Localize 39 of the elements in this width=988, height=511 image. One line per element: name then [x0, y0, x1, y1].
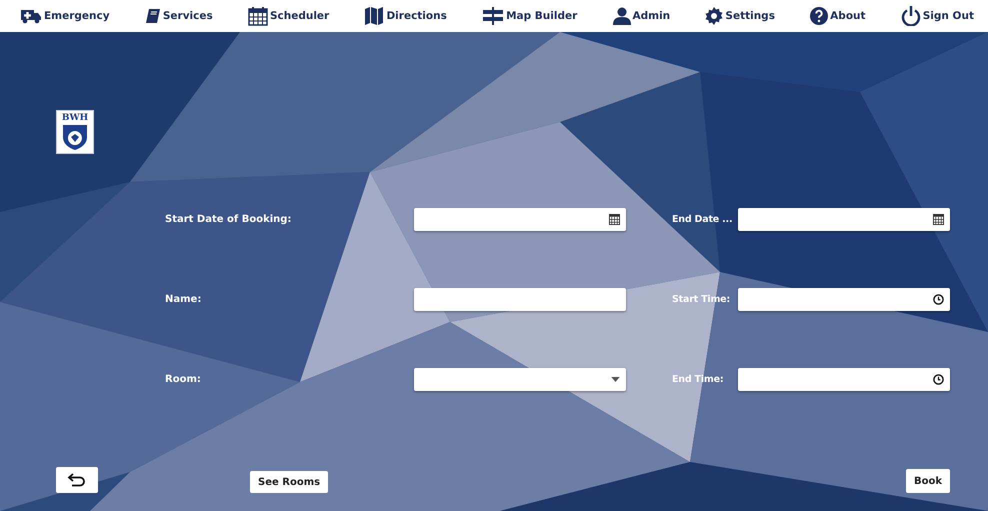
- power-icon: [900, 6, 921, 26]
- time-field[interactable]: [738, 368, 950, 391]
- field-label: Room:: [165, 374, 202, 385]
- book-button[interactable]: Book: [906, 469, 950, 493]
- help-icon: [810, 7, 828, 25]
- nav-link[interactable]: Map Builder: [482, 7, 578, 25]
- field-label: Name:: [165, 294, 202, 305]
- nav-link[interactable]: Admin: [612, 7, 670, 25]
- nav-link[interactable]: Services: [144, 8, 213, 24]
- nav-link[interactable]: Sign Out: [900, 6, 974, 26]
- nav-link[interactable]: About: [810, 7, 866, 25]
- signpost-icon: [482, 7, 504, 25]
- gear-icon: [705, 7, 724, 25]
- nav-link[interactable]: Settings: [705, 7, 775, 25]
- input-field[interactable]: [414, 288, 626, 311]
- calendar-icon: [933, 214, 944, 225]
- date-field[interactable]: [414, 208, 626, 231]
- ambulance-icon: [20, 8, 42, 24]
- field-label: End Time:: [671, 374, 724, 385]
- nav-link[interactable]: Scheduler: [248, 6, 330, 26]
- dropdown-field[interactable]: [414, 368, 626, 391]
- field-label: Start Date of Booking:: [165, 214, 292, 225]
- nav-link[interactable]: Emergency: [20, 8, 110, 24]
- field-label: End Date ...: [671, 214, 734, 225]
- see-rooms-button[interactable]: See Rooms: [250, 471, 328, 493]
- calendar-icon: [248, 6, 268, 26]
- book-icon: [144, 8, 161, 24]
- date-field[interactable]: [738, 208, 950, 231]
- undo-icon: [67, 473, 87, 487]
- user-icon: [612, 7, 630, 25]
- back-button[interactable]: [56, 467, 98, 493]
- time-field[interactable]: [738, 288, 950, 311]
- nav-link[interactable]: Directions: [364, 7, 447, 25]
- map-icon: [364, 7, 384, 25]
- caret-icon: [611, 377, 620, 382]
- clock-icon: [933, 374, 944, 385]
- calendar-icon: [609, 214, 620, 225]
- hospital-logo: BWH: [56, 110, 94, 154]
- clock-icon: [933, 294, 944, 305]
